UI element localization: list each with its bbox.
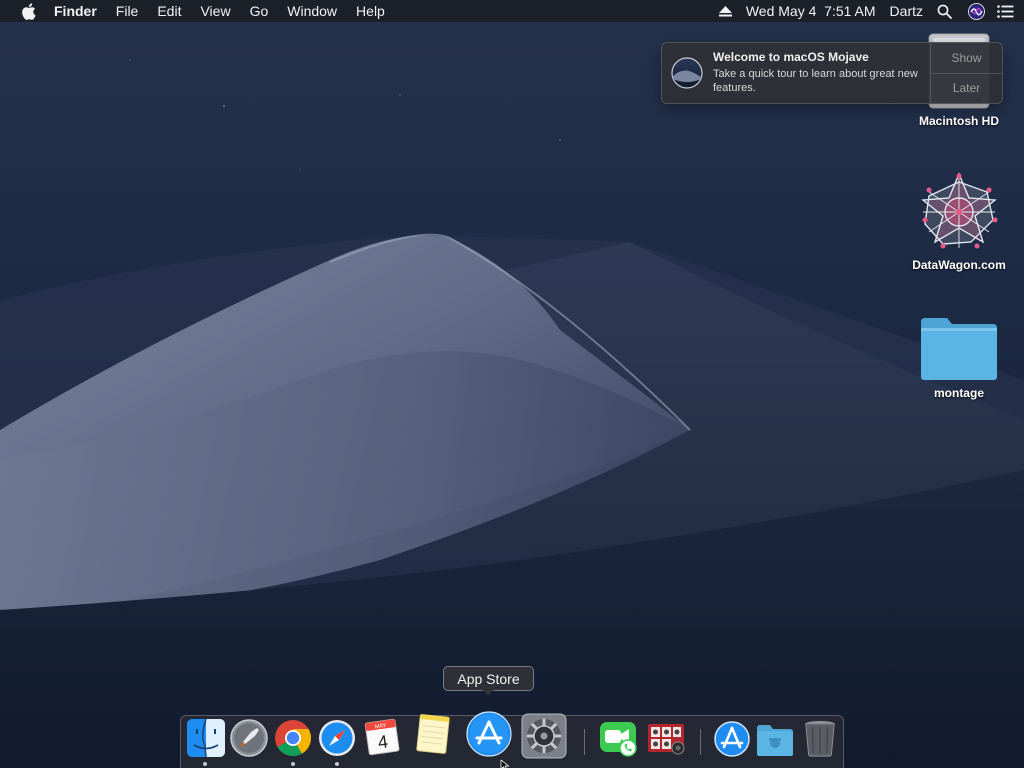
dock-notes-icon[interactable] — [413, 714, 453, 754]
running-indicator-finder — [203, 762, 207, 766]
desktop-icon-label: Macintosh HD — [918, 114, 999, 128]
menu-help[interactable]: Help — [356, 0, 385, 22]
running-indicator-safari — [335, 762, 339, 766]
dock-tooltip-arrow — [482, 690, 494, 696]
dock-separator — [700, 729, 701, 755]
dock-facetime-icon[interactable] — [598, 718, 638, 758]
mouse-cursor — [500, 760, 510, 768]
menu-go[interactable]: Go — [250, 0, 269, 22]
dock-system-preferences-icon[interactable] — [521, 713, 567, 759]
desktop-wallpaper — [0, 59, 1024, 768]
notification-banner[interactable]: Welcome to macOS Mojave Take a quick tou… — [661, 42, 1003, 104]
menu-file[interactable]: File — [116, 0, 139, 22]
eject-icon[interactable] — [718, 5, 732, 17]
notification-content: Welcome to macOS Mojave Take a quick tou… — [713, 43, 930, 103]
user-menu[interactable]: Dartz — [890, 0, 923, 22]
notification-show-button[interactable]: Show — [931, 43, 1002, 73]
dock-photo-booth-icon[interactable] — [646, 718, 686, 758]
spotlight-search-icon[interactable] — [937, 4, 952, 19]
menu-view[interactable]: View — [200, 0, 230, 22]
notification-center-icon[interactable] — [997, 4, 1014, 18]
datawagon-logo-icon — [921, 172, 998, 249]
running-indicator-chrome — [291, 762, 295, 766]
desktop[interactable]: Finder File Edit View Go Window Help Wed… — [0, 0, 1024, 768]
dock-separator — [584, 729, 585, 755]
dock-finder-icon[interactable] — [186, 718, 226, 758]
desktop-icon-montage[interactable]: montage — [899, 316, 1019, 400]
macos-mojave-icon — [671, 57, 703, 89]
siri-icon[interactable] — [968, 2, 985, 20]
dock-chrome-icon[interactable] — [273, 718, 313, 758]
notification-body: Take a quick tour to learn about great n… — [713, 68, 918, 94]
dock-trash-icon[interactable] — [800, 718, 840, 758]
desktop-icon-label: DataWagon.com — [912, 258, 1006, 272]
dock-safari-icon[interactable] — [317, 718, 357, 758]
status-area: Wed May 4 7:51 AM Dartz — [705, 0, 1014, 22]
desktop-icon-datawagon[interactable]: DataWagon.com — [899, 170, 1019, 272]
dock-launchpad-icon[interactable] — [229, 718, 269, 758]
menu-bar: Finder File Edit View Go Window Help Wed… — [0, 0, 1024, 22]
menu-edit[interactable]: Edit — [157, 0, 181, 22]
clock[interactable]: Wed May 4 7:51 AM — [746, 0, 876, 22]
folder-icon — [921, 318, 997, 380]
menu-app-finder[interactable]: Finder — [54, 0, 97, 22]
notification-actions: Show Later — [930, 43, 1002, 103]
dock-downloads-stack-icon[interactable] — [712, 718, 752, 758]
menu-window[interactable]: Window — [287, 0, 337, 22]
dock-calendar-icon[interactable]: MAY 4 — [362, 716, 402, 756]
desktop-icon-label: montage — [933, 386, 984, 400]
notification-title: Welcome to macOS Mojave — [713, 50, 869, 64]
notification-later-button[interactable]: Later — [931, 72, 1002, 104]
dock-folder-stack-icon[interactable] — [755, 720, 795, 760]
apple-logo-icon[interactable] — [18, 2, 38, 20]
dock-tooltip: App Store — [443, 666, 534, 691]
dock-app-store-icon[interactable] — [466, 711, 512, 757]
